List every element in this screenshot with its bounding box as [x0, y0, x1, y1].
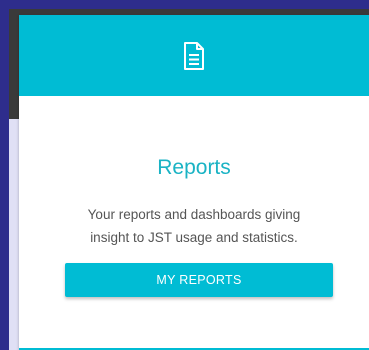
my-reports-button[interactable]: MY REPORTS — [65, 263, 333, 297]
card-header — [19, 15, 369, 96]
reports-card: Reports Your reports and dashboards givi… — [19, 15, 369, 350]
card-description: Your reports and dashboards giving insig… — [39, 203, 349, 249]
card-description-line-2: insight to JST usage and statistics. — [90, 230, 298, 245]
window-left-border — [0, 0, 9, 350]
card-description-line-1: Your reports and dashboards giving — [87, 207, 301, 222]
document-icon — [184, 41, 204, 70]
window-top-border — [0, 0, 369, 9]
card-title: Reports — [157, 156, 231, 179]
